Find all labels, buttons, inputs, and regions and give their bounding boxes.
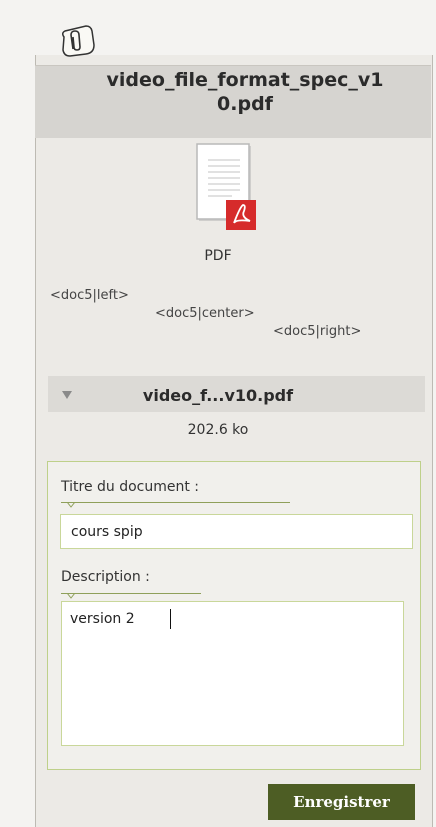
document-size: 202.6 ko: [187, 422, 249, 438]
description-text: version 2: [70, 611, 135, 627]
embed-code-center[interactable]: <doc5|center>: [155, 306, 255, 321]
label-pointer-icon: [67, 593, 75, 599]
description-label-underline: [61, 593, 201, 594]
file-type-label: PDF: [204, 248, 232, 264]
description-field-label: Description :: [61, 569, 150, 585]
text-caret: [170, 609, 171, 629]
label-pointer-icon: [67, 502, 75, 508]
embed-code-right[interactable]: <doc5|right>: [273, 324, 361, 339]
embed-code-left[interactable]: <doc5|left>: [50, 288, 129, 303]
pdf-file-icon[interactable]: [196, 143, 260, 233]
document-title: video_file_format_spec_v10.pdf: [106, 69, 384, 115]
triangle-down-icon[interactable]: [62, 390, 72, 400]
title-field-label: Titre du document :: [61, 479, 200, 495]
document-info-bar[interactable]: [48, 376, 425, 412]
panel-header: video_file_format_spec_v10.pdf: [35, 65, 431, 138]
paperclip-icon: [61, 25, 95, 57]
save-button[interactable]: Enregistrer: [268, 784, 415, 820]
title-input[interactable]: [60, 514, 413, 549]
title-label-underline: [61, 502, 290, 503]
